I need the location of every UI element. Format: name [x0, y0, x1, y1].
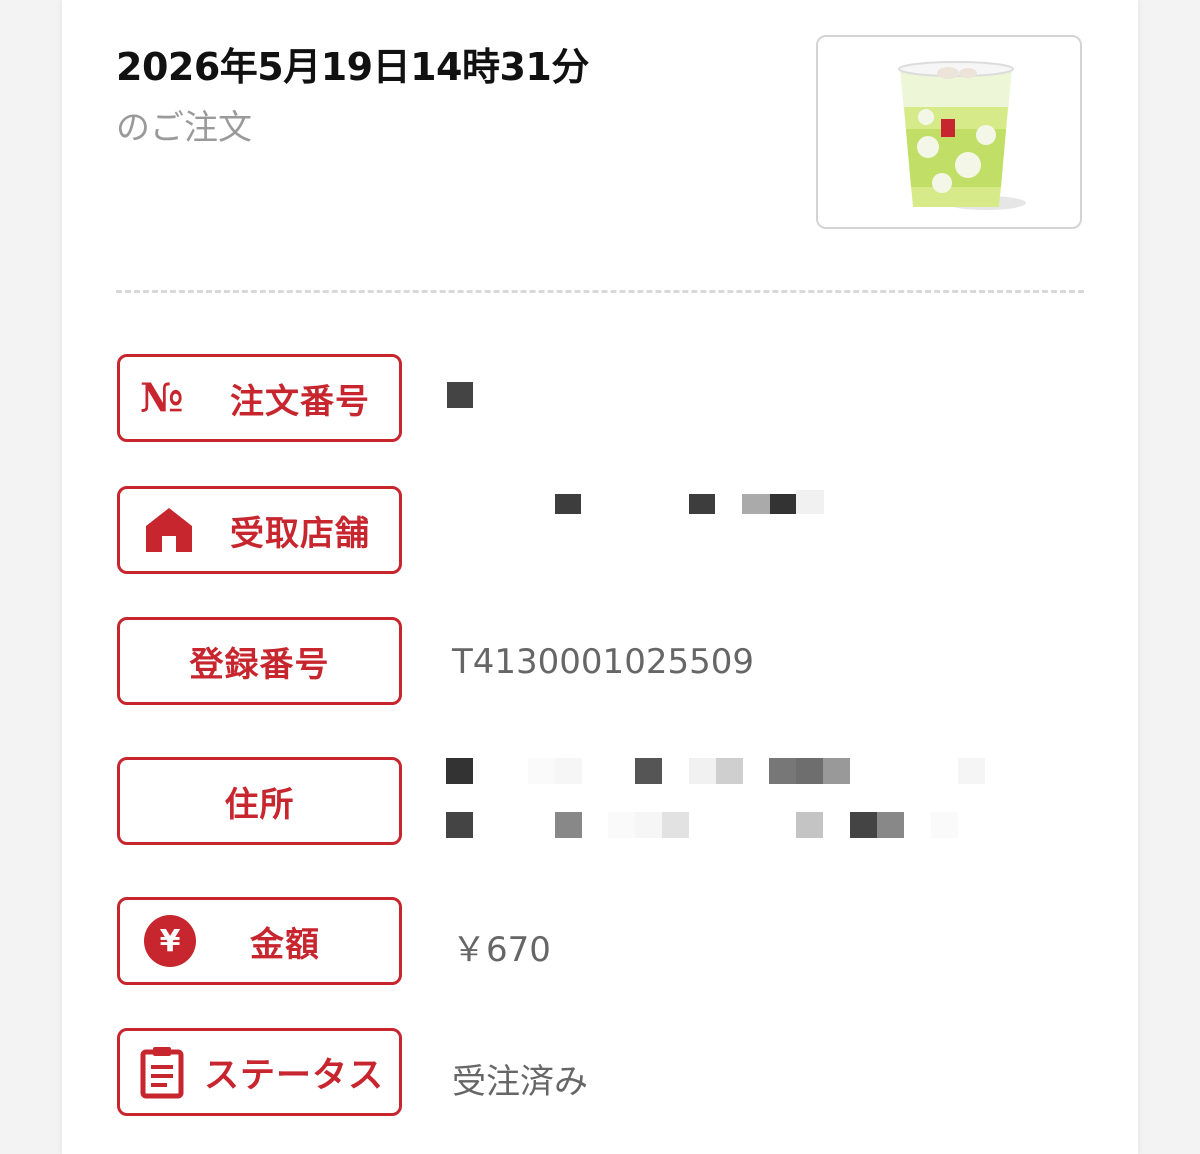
amount-value: ￥670 — [452, 930, 551, 970]
registration-number-label: 登録番号 — [189, 644, 330, 685]
product-thumbnail — [816, 35, 1082, 229]
order-number-label-box: № 注文番号 — [117, 354, 402, 442]
order-datetime: 2026年5月19日14時31分 — [116, 45, 589, 89]
pickup-store-label-box: 受取店舗 — [117, 486, 402, 574]
status-label: ステータス — [204, 1055, 385, 1096]
registration-number-value: T4130001025509 — [452, 642, 754, 682]
yen-icon: ¥ — [144, 915, 196, 967]
status-value: 受注済み — [452, 1062, 588, 1102]
clipboard-icon — [140, 1045, 184, 1099]
address-label: 住所 — [224, 784, 295, 825]
pickup-store-label: 受取店舗 — [230, 513, 370, 554]
registration-number-label-box: 登録番号 — [117, 617, 402, 705]
bubble-tea-cup-image — [898, 61, 1026, 210]
order-number-label: 注文番号 — [230, 381, 370, 422]
amount-label: 金額 — [250, 924, 320, 965]
home-icon — [144, 506, 194, 554]
number-sign-icon: № — [140, 374, 184, 422]
order-suffix: のご注文 — [116, 108, 252, 148]
amount-label-box: ¥ 金額 — [117, 897, 402, 985]
section-divider — [116, 290, 1084, 293]
status-label-box: ステータス — [117, 1028, 402, 1116]
redacted-pixels — [447, 382, 473, 408]
address-label-box: 住所 — [117, 757, 402, 845]
